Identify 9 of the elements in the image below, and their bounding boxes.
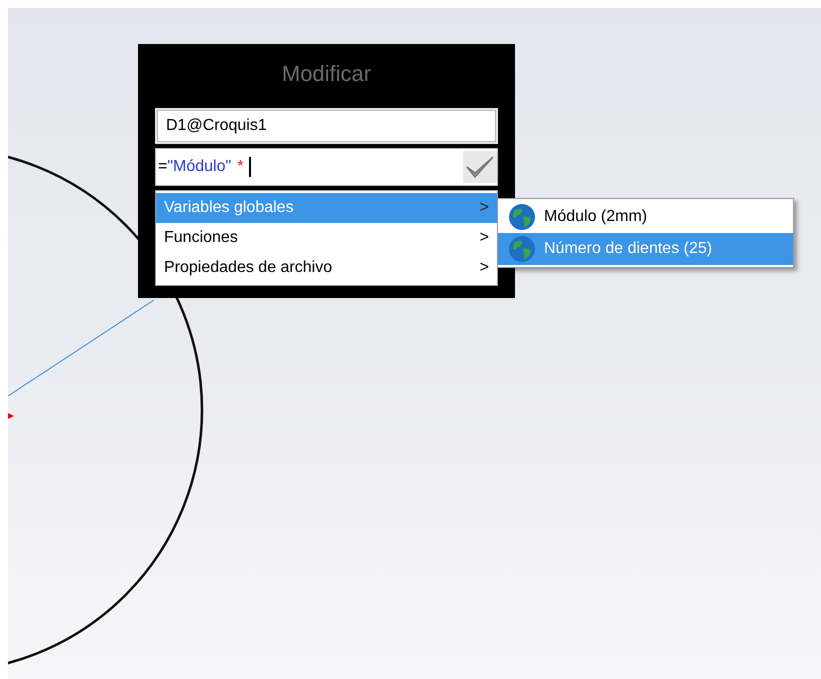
origin-mark [8,413,14,419]
submenu-item[interactable]: Módulo (2mm) [498,201,793,233]
menu-item[interactable]: Propiedades de archivo > [156,253,497,283]
menu-item[interactable]: Funciones > [156,223,497,253]
menu-item[interactable]: Variables globales > [156,193,497,223]
name-field[interactable]: D1@Croquis1 [157,110,496,142]
dialog-title: Modificar [280,60,372,88]
globe-icon [508,235,536,263]
globe-icon [508,203,536,231]
